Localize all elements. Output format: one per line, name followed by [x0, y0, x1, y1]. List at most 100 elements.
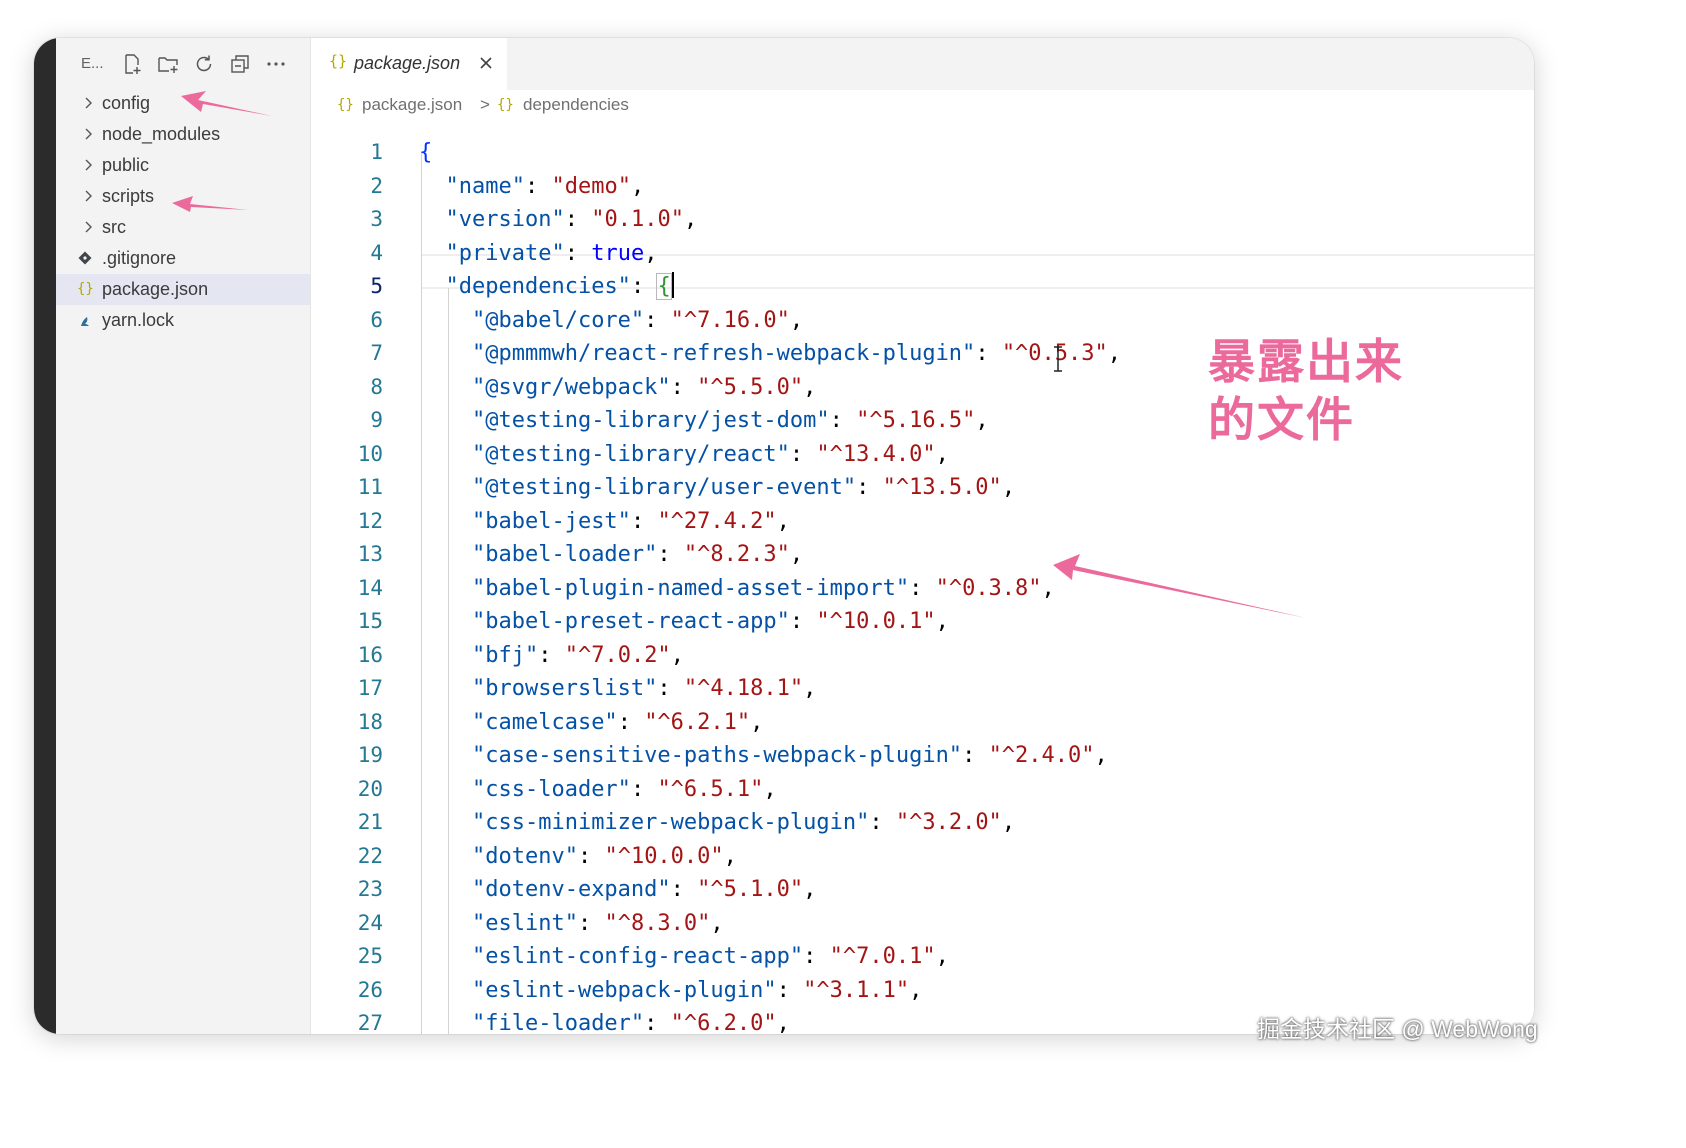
code-token: : — [630, 508, 658, 534]
new-file-icon[interactable] — [120, 52, 144, 76]
tree-folder-public[interactable]: public — [56, 150, 310, 181]
line-number: 19 — [357, 743, 383, 767]
tree-folder-scripts[interactable]: scripts — [56, 181, 310, 212]
tree-item-label: yarn.lock — [102, 310, 175, 330]
tree-folder-src[interactable]: src — [56, 212, 310, 243]
tree-item-label: .gitignore — [102, 248, 177, 268]
tab-bar: {} package.json — [311, 38, 1534, 90]
code-line[interactable]: "babel-preset-react-app": "^10.0.1", — [419, 605, 949, 639]
code-line[interactable]: "eslint-webpack-plugin": "^3.1.1", — [419, 974, 922, 1008]
code-line[interactable]: "@testing-library/user-event": "^13.5.0"… — [419, 471, 1015, 505]
text-cursor-icon — [1054, 346, 1062, 372]
code-line[interactable]: "eslint-config-react-app": "^7.0.1", — [419, 940, 949, 974]
code-line[interactable]: "@svgr/webpack": "^5.5.0", — [419, 371, 816, 405]
breadcrumb-file[interactable]: package.json — [362, 95, 462, 115]
code-editor[interactable]: 1 2 3 4 5 6 7 8 9 10 11 12 13 14 15 16 17 18 19 20 21 22 23 24 2… — [311, 120, 1534, 1034]
line-number: 2 — [370, 173, 383, 198]
code-line[interactable]: "css-loader": "^6.5.1", — [419, 773, 777, 807]
code-token: : — [564, 240, 592, 266]
tree-file-gitignore[interactable]: .gitignore — [56, 243, 310, 274]
code-line[interactable]: "dependencies": { — [419, 270, 674, 304]
line-number: 8 — [370, 374, 383, 399]
explorer-sidebar: E... config node_modules public scripts … — [56, 38, 311, 1034]
chevron-right-icon — [85, 97, 92, 109]
code-token: , — [630, 173, 645, 199]
code-token: "^7.0.1" — [829, 944, 936, 969]
explorer-toolbar: E... — [56, 50, 310, 78]
code-token: "@testing-library/jest-dom" — [471, 408, 830, 433]
tree-file-yarn-lock[interactable]: yarn.lock — [56, 305, 310, 336]
code-line[interactable]: "browserslist": "^4.18.1", — [419, 672, 816, 706]
more-actions-icon[interactable] — [264, 52, 288, 76]
code-token: : — [644, 307, 671, 333]
code-token: , — [789, 542, 804, 567]
code-line[interactable]: { — [419, 136, 432, 170]
code-token: , — [670, 642, 684, 668]
line-number: 21 — [357, 810, 383, 834]
line-number: 11 — [357, 475, 383, 499]
line-number: 15 — [357, 609, 383, 633]
code-line[interactable]: "file-loader": "^6.2.0", — [419, 1007, 790, 1034]
code-token: : — [630, 776, 658, 802]
code-line[interactable]: "babel-jest": "^27.4.2", — [419, 505, 790, 539]
code-line[interactable]: "bfj": "^7.0.2", — [419, 639, 684, 673]
tree-folder-node-modules[interactable]: node_modules — [56, 119, 310, 150]
code-token: , — [763, 776, 777, 802]
code-token: , — [1001, 475, 1016, 500]
code-line[interactable]: "@testing-library/jest-dom": "^5.16.5", — [419, 404, 989, 438]
chevron-right-icon — [85, 159, 92, 171]
line-number: 4 — [370, 240, 383, 265]
code-token: , — [776, 1011, 790, 1034]
code-token: "@testing-library/react" — [471, 441, 790, 467]
code-token: : — [538, 642, 565, 668]
code-line[interactable]: "eslint": "^8.3.0", — [419, 907, 724, 941]
code-token: , — [789, 307, 804, 333]
code-line[interactable]: "dotenv": "^10.0.0", — [419, 840, 737, 874]
chevron-right-icon — [85, 190, 92, 202]
code-line[interactable]: "private": true, — [419, 237, 658, 271]
code-line[interactable]: "babel-loader": "^8.2.3", — [419, 538, 803, 572]
code-token: : — [644, 1011, 671, 1034]
line-number: 23 — [357, 877, 383, 901]
close-icon[interactable] — [477, 54, 495, 72]
code-line[interactable]: "name": "demo", — [419, 170, 645, 204]
code-token: , — [644, 240, 658, 266]
object-symbol-icon: {} — [497, 97, 514, 113]
code-token: "^2.4.0" — [988, 743, 1095, 768]
breadcrumb-symbol[interactable]: dependencies — [523, 95, 629, 115]
activity-bar — [34, 38, 56, 1034]
code-token: : — [789, 609, 817, 634]
annotation-line: 的文件 — [1208, 393, 1355, 448]
code-line[interactable]: "@testing-library/react": "^13.4.0", — [419, 438, 949, 472]
code-line[interactable]: "babel-plugin-named-asset-import": "^0.3… — [419, 572, 1055, 606]
code-line[interactable]: "@babel/core": "^7.16.0", — [419, 304, 803, 338]
tree-file-package-json[interactable]: {} package.json — [56, 274, 310, 305]
code-token: "eslint-config-react-app" — [471, 944, 804, 969]
refresh-icon[interactable] — [192, 52, 216, 76]
line-number-gutter: 1 2 3 4 5 6 7 8 9 10 11 12 13 14 15 16 17 18 19 20 21 22 23 24 2… — [311, 120, 411, 1034]
code-line[interactable]: "case-sensitive-paths-webpack-plugin": "… — [419, 739, 1108, 773]
tree-item-label: node_modules — [102, 124, 221, 144]
code-line[interactable]: "@pmmmwh/react-refresh-webpack-plugin": … — [419, 337, 1121, 371]
collapse-all-icon[interactable] — [228, 52, 252, 76]
code-line[interactable]: "version": "0.1.0", — [419, 203, 698, 237]
code-token: , — [909, 977, 923, 1003]
code-token: : — [909, 575, 936, 601]
tree-folder-config[interactable]: config — [56, 88, 310, 119]
code-line[interactable]: "dotenv-expand": "^5.1.0", — [419, 873, 816, 907]
line-number: 5 — [370, 274, 383, 298]
new-folder-icon[interactable] — [156, 52, 180, 76]
tab-package-json[interactable]: {} package.json — [311, 38, 507, 90]
code-line[interactable]: "css-minimizer-webpack-plugin": "^3.2.0"… — [419, 806, 1015, 840]
text-caret — [671, 272, 674, 298]
code-line[interactable]: "camelcase": "^6.2.1", — [419, 706, 763, 740]
